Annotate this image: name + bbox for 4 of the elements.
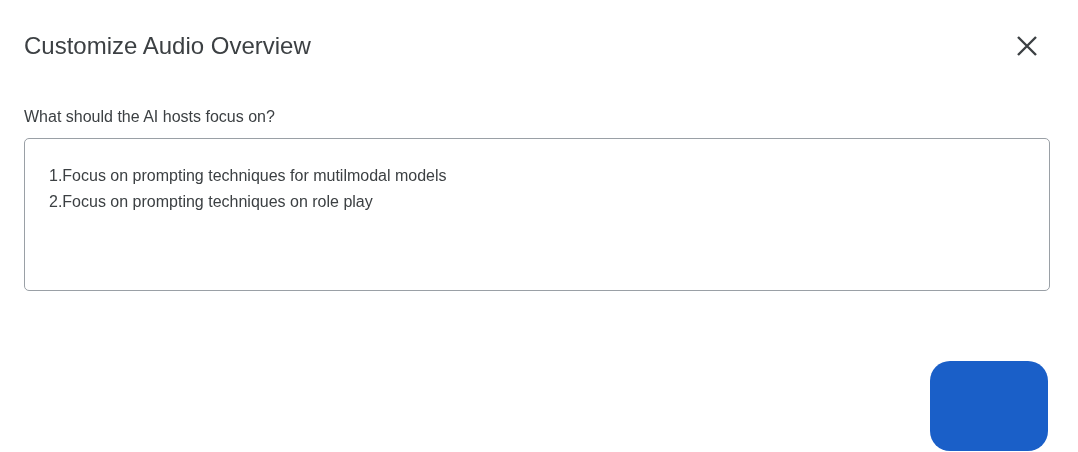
action-button[interactable] bbox=[930, 361, 1048, 451]
dialog-title: Customize Audio Overview bbox=[24, 32, 311, 60]
focus-input-field[interactable]: 1.Focus on prompting techniques for mutilmodal models 2.Focus on prompting techniques on role play bbox=[24, 138, 1050, 291]
field-label: What should the AI hosts focus on? bbox=[24, 108, 275, 126]
